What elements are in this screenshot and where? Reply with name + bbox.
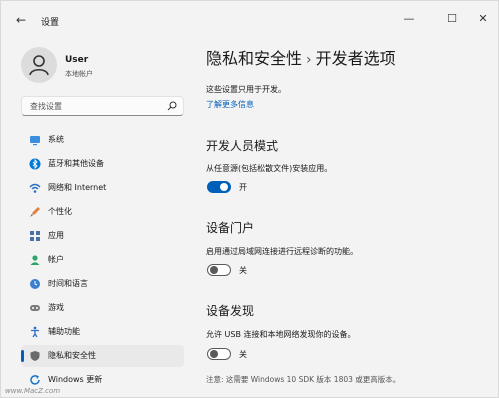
developer-mode-desc: 从任意源(包括松散文件)安装应用。 xyxy=(206,164,333,173)
sidebar-item[interactable]: 辅助功能 xyxy=(21,321,184,343)
device-portal-desc: 启用通过局域网连接进行远程诊断的功能。 xyxy=(206,247,358,256)
apps-icon xyxy=(30,231,40,241)
shield-icon xyxy=(30,351,40,361)
sidebar-item[interactable]: 帐户 xyxy=(21,249,184,271)
sidebar-item-label: 隐私和安全性 xyxy=(48,351,96,360)
sidebar-item[interactable]: 个性化 xyxy=(21,201,184,223)
bluetooth-icon xyxy=(29,158,41,170)
sidebar-item-label: 个性化 xyxy=(48,207,72,216)
breadcrumb-parent[interactable]: 隐私和安全性 xyxy=(206,49,302,68)
update-icon xyxy=(30,375,40,385)
avatar xyxy=(21,47,57,83)
device-discovery-state: 关 xyxy=(239,350,247,359)
learn-more-link[interactable]: 了解更多信息 xyxy=(206,99,254,110)
app-title: 设置 xyxy=(41,18,60,28)
main-content: 隐私和安全性 › 开发者选项 这些设置只用于开发。 了解更多信息 开发人员模式 从任… xyxy=(196,1,496,397)
sidebar-item-label: 系统 xyxy=(48,135,64,144)
toggle-knob xyxy=(220,183,228,191)
device-discovery-toggle[interactable] xyxy=(207,348,231,360)
watermark: www.MacZ.com xyxy=(5,387,61,395)
sidebar-item-label: Windows 更新 xyxy=(48,375,103,384)
sidebar-item-label: 游戏 xyxy=(48,303,64,312)
sidebar-item[interactable]: 应用 xyxy=(21,225,184,247)
sdk-note: 注意: 这需要 Windows 10 SDK 版本 1803 或更高版本。 xyxy=(206,375,401,384)
user-profile[interactable]: User 本地帐户 xyxy=(21,47,171,83)
monitor-icon xyxy=(30,136,40,146)
intro-text: 这些设置只用于开发。 xyxy=(206,85,286,94)
person-icon xyxy=(29,55,49,76)
sidebar-item[interactable]: 蓝牙和其他设备 xyxy=(21,153,184,175)
accessibility-icon xyxy=(31,326,39,338)
sidebar-item-label: 时间和语言 xyxy=(48,279,88,288)
device-portal-title: 设备门户 xyxy=(206,221,255,235)
device-discovery-desc: 允许 USB 连接和本地网络发现你的设备。 xyxy=(206,330,356,339)
toggle-knob xyxy=(210,266,218,274)
sidebar-item[interactable]: 系统 xyxy=(21,129,184,151)
sidebar-item-label: 辅助功能 xyxy=(48,327,80,336)
sidebar-item-label: 帐户 xyxy=(48,255,64,264)
developer-mode-state: 开 xyxy=(239,183,247,192)
breadcrumb-separator: › xyxy=(306,52,312,68)
gamepad-icon xyxy=(30,305,40,311)
breadcrumb-current: 开发者选项 xyxy=(315,49,396,68)
sidebar-item-label: 应用 xyxy=(48,231,64,240)
device-discovery-title: 设备发现 xyxy=(206,304,255,318)
sidebar-item[interactable]: 游戏 xyxy=(21,297,184,319)
search-input[interactable]: 查找设置 xyxy=(21,96,184,116)
back-arrow-icon[interactable]: ← xyxy=(13,13,29,27)
wifi-icon xyxy=(29,183,41,193)
sidebar-item[interactable]: 时间和语言 xyxy=(21,273,184,295)
sidebar-item[interactable]: 隐私和安全性 xyxy=(21,345,184,367)
brush-icon xyxy=(30,207,40,217)
globe-clock-icon xyxy=(30,279,40,289)
sidebar-item-label: 蓝牙和其他设备 xyxy=(48,159,104,168)
device-portal-state: 关 xyxy=(239,266,247,275)
person-icon xyxy=(30,255,40,265)
developer-mode-toggle[interactable] xyxy=(207,181,231,193)
page-title: 隐私和安全性 › 开发者选项 xyxy=(206,45,396,69)
search-placeholder: 查找设置 xyxy=(30,102,62,111)
user-name: User xyxy=(65,55,89,65)
sidebar-item-label: 网络和 Internet xyxy=(48,183,107,192)
user-account-type: 本地帐户 xyxy=(65,70,93,78)
sidebar-item[interactable]: 网络和 Internet xyxy=(21,177,184,199)
settings-window: ← 设置 — ☐ ✕ User 本地帐户 查找设置 系统 蓝牙和其他设备 网络和 I… xyxy=(0,0,499,398)
search-icon[interactable] xyxy=(167,101,177,111)
toggle-knob xyxy=(210,350,218,358)
device-portal-toggle[interactable] xyxy=(207,264,231,276)
developer-mode-title: 开发人员模式 xyxy=(206,139,279,153)
